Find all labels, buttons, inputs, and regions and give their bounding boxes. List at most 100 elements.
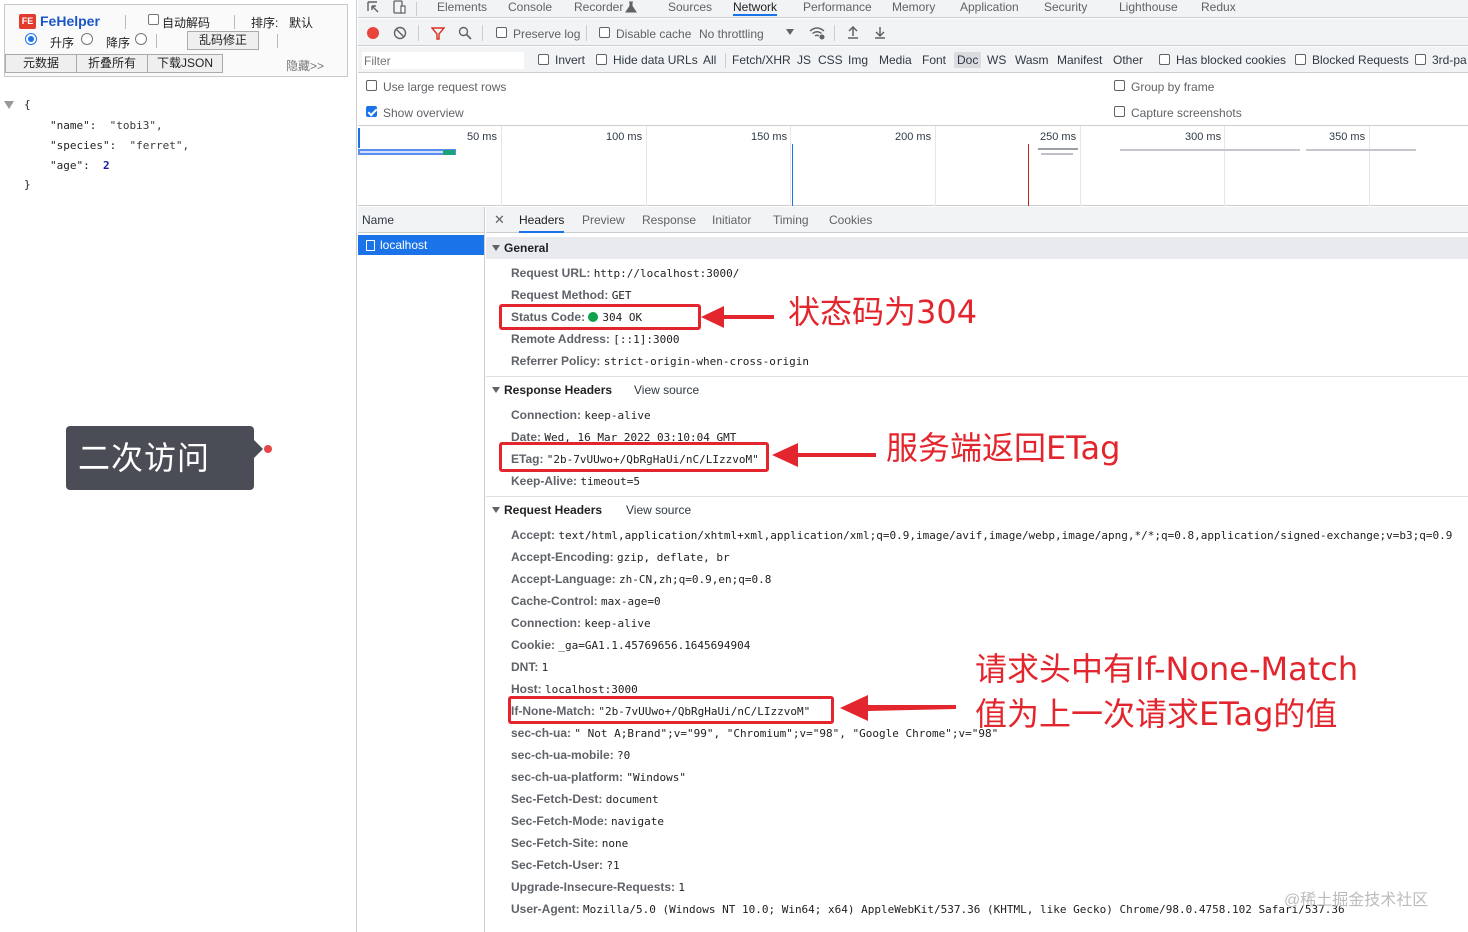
- export-har-icon[interactable]: [874, 26, 886, 39]
- tab-application[interactable]: Application: [960, 0, 1019, 14]
- inspect-element-icon[interactable]: [367, 1, 380, 14]
- divider: [486, 496, 1468, 497]
- throttling-select[interactable]: No throttling: [699, 27, 764, 41]
- json-line: "name": "tobi3",: [50, 119, 163, 132]
- filter-icon[interactable]: [431, 26, 445, 40]
- header-key: sec-ch-ua-mobile:: [511, 748, 614, 762]
- filter-type-ws[interactable]: WS: [987, 53, 1006, 67]
- divider: [156, 34, 157, 48]
- import-har-icon[interactable]: [847, 26, 859, 39]
- group-by-frame-checkbox[interactable]: [1114, 80, 1125, 91]
- request-row-localhost[interactable]: localhost: [358, 235, 484, 255]
- tab-elements[interactable]: Elements: [437, 0, 487, 14]
- filter-type-css[interactable]: CSS: [818, 53, 843, 67]
- filter-type-js[interactable]: JS: [797, 53, 811, 67]
- tab-timing[interactable]: Timing: [773, 213, 809, 227]
- divider: [234, 15, 235, 29]
- tab-memory[interactable]: Memory: [892, 0, 935, 14]
- filter-type-wasm[interactable]: Wasm: [1015, 53, 1049, 67]
- filter-type-other[interactable]: Other: [1113, 53, 1143, 67]
- preserve-log-checkbox[interactable]: [496, 27, 507, 38]
- disable-cache-checkbox[interactable]: [599, 27, 610, 38]
- filter-type-all[interactable]: All: [703, 53, 716, 67]
- network-overview[interactable]: 50 ms 100 ms 150 ms 200 ms 250 ms 300 ms…: [358, 126, 1468, 206]
- header-value: zh-CN,zh;q=0.9,en;q=0.8: [619, 573, 772, 586]
- raw-data-button[interactable]: 元数据: [5, 54, 77, 73]
- header-key: Sec-Fetch-User:: [511, 858, 604, 872]
- search-icon[interactable]: [458, 26, 472, 40]
- tab-cookies[interactable]: Cookies: [829, 213, 872, 227]
- tab-security[interactable]: Security: [1044, 0, 1087, 14]
- timeline-tick-label: 200 ms: [895, 131, 932, 143]
- sort-radio[interactable]: [135, 33, 147, 45]
- tab-network[interactable]: Network: [733, 0, 778, 16]
- divider: [486, 376, 1468, 377]
- download-json-button[interactable]: 下载JSON: [147, 54, 223, 73]
- general-title: General: [504, 241, 549, 255]
- divider: [725, 53, 726, 68]
- json-value: "tobi3",: [109, 119, 163, 132]
- filter-type-img[interactable]: Img: [848, 53, 868, 67]
- fix-garbled-button[interactable]: 乱码修正: [187, 31, 259, 50]
- divider: [418, 25, 419, 41]
- third-party-checkbox[interactable]: [1415, 54, 1426, 65]
- tab-preview[interactable]: Preview: [582, 213, 625, 227]
- record-icon[interactable]: [366, 26, 380, 40]
- timeline-start-marker: [358, 128, 360, 148]
- flask-icon: [625, 1, 637, 13]
- status-annotation: 状态码为304: [788, 293, 978, 331]
- divider: [834, 25, 835, 41]
- auto-decode-checkbox[interactable]: [148, 14, 159, 25]
- chevron-down-icon[interactable]: [786, 29, 794, 35]
- tab-redux[interactable]: Redux: [1201, 0, 1236, 14]
- collapse-triangle-icon[interactable]: [4, 101, 14, 109]
- header-value: keep-alive: [584, 617, 651, 630]
- show-overview-checkbox[interactable]: [366, 106, 377, 117]
- hide-data-urls-checkbox[interactable]: [596, 54, 607, 65]
- header-key: Referrer Policy:: [511, 354, 601, 368]
- filter-type-manifest[interactable]: Manifest: [1057, 53, 1102, 67]
- view-source-link[interactable]: View source: [626, 499, 691, 521]
- tab-console[interactable]: Console: [508, 0, 552, 14]
- sort-asc-radio[interactable]: [25, 33, 37, 45]
- response-headers-section-header[interactable]: Response Headers View source: [486, 379, 1468, 401]
- header-row: Sec-Fetch-Site: none: [511, 836, 628, 851]
- invert-checkbox[interactable]: [538, 54, 549, 65]
- sort-default-option[interactable]: 默认: [289, 14, 313, 31]
- header-row: sec-ch-ua: " Not A;Brand";v="99", "Chrom…: [511, 726, 998, 741]
- close-icon[interactable]: ✕: [494, 212, 505, 228]
- filter-type-doc[interactable]: Doc: [954, 52, 982, 68]
- large-rows-checkbox[interactable]: [366, 80, 377, 91]
- blocked-requests-checkbox[interactable]: [1295, 54, 1306, 65]
- filter-input[interactable]: [362, 52, 524, 69]
- clear-icon[interactable]: [393, 26, 407, 40]
- header-key: Keep-Alive:: [511, 474, 578, 488]
- request-name: localhost: [380, 238, 428, 252]
- tab-recorder[interactable]: Recorder: [574, 0, 623, 14]
- filter-type-fetch-xhr[interactable]: Fetch/XHR: [732, 53, 791, 67]
- tab-initiator[interactable]: Initiator: [712, 213, 751, 227]
- collapse-all-button[interactable]: 折叠所有: [76, 54, 148, 73]
- tab-lighthouse[interactable]: Lighthouse: [1119, 0, 1178, 14]
- sort-desc-radio[interactable]: [81, 33, 93, 45]
- status-code-highlight: [499, 304, 701, 330]
- tab-response[interactable]: Response: [642, 213, 696, 227]
- hide-link[interactable]: 隐藏>>: [286, 57, 324, 74]
- filter-type-media[interactable]: Media: [879, 53, 912, 67]
- etag-annotation: 服务端返回ETag: [886, 429, 1121, 467]
- filter-type-font[interactable]: Font: [922, 53, 946, 67]
- tab-performance[interactable]: Performance: [803, 0, 872, 14]
- capture-screenshots-checkbox[interactable]: [1114, 106, 1125, 117]
- has-blocked-cookies-checkbox[interactable]: [1159, 54, 1170, 65]
- general-section-header[interactable]: General: [486, 237, 1468, 259]
- name-column-header[interactable]: Name: [358, 207, 484, 233]
- device-toolbar-icon[interactable]: [392, 0, 406, 14]
- view-source-link[interactable]: View source: [634, 379, 699, 401]
- request-headers-section-header[interactable]: Request Headers View source: [486, 499, 1468, 521]
- network-conditions-icon[interactable]: [808, 25, 826, 40]
- header-row: Remote Address: [::1]:3000: [511, 332, 680, 347]
- header-key: sec-ch-ua-platform:: [511, 770, 624, 784]
- timeline-gridline: [646, 126, 647, 206]
- tab-headers[interactable]: Headers: [519, 213, 565, 233]
- tab-sources[interactable]: Sources: [668, 0, 712, 14]
